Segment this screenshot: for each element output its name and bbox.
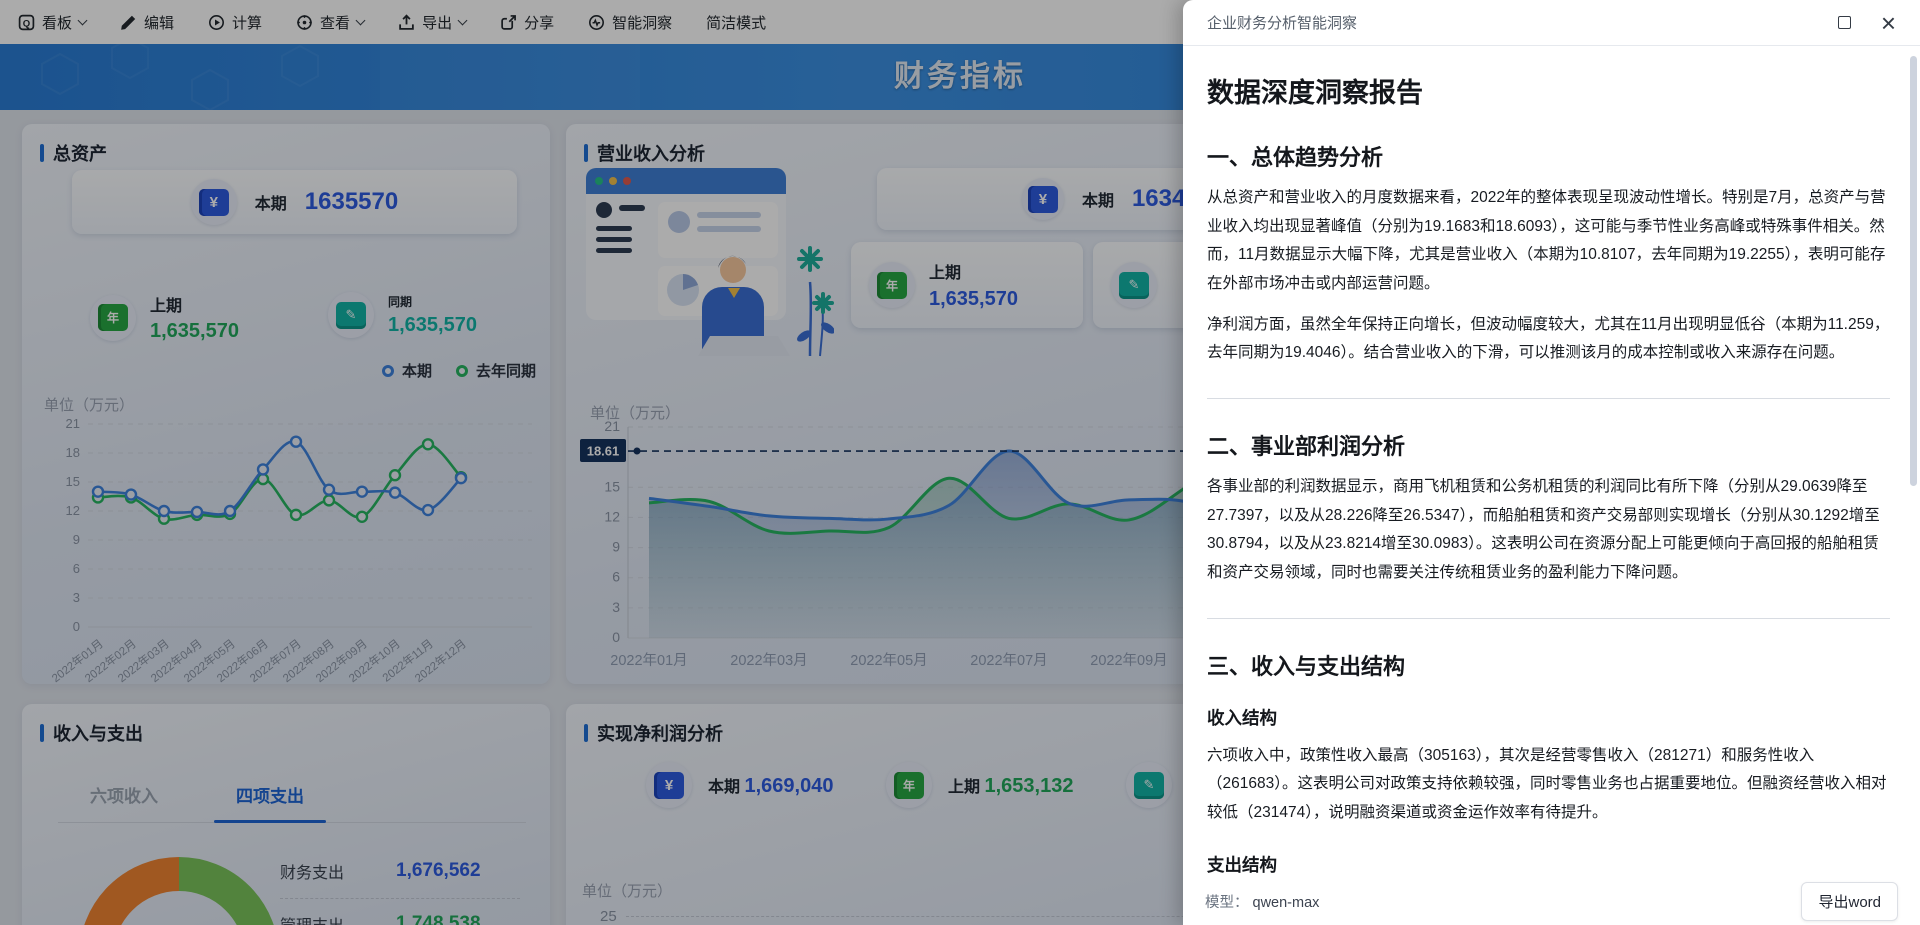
- insight-panel: 企业财务分析智能洞察 × 数据深度洞察报告 一、总体趋势分析从总资产和营业收入的…: [1183, 0, 1920, 925]
- report-title: 数据深度洞察报告: [1207, 71, 1890, 110]
- report-heading: 支出结构: [1207, 852, 1890, 877]
- model-info: 模型：qwen-max: [1205, 891, 1319, 912]
- report-heading: 一、总体趋势分析: [1207, 140, 1890, 172]
- insight-report: 数据深度洞察报告 一、总体趋势分析从总资产和营业收入的月度数据来看，2022年的…: [1183, 47, 1920, 877]
- insight-panel-title: 企业财务分析智能洞察: [1207, 12, 1357, 33]
- report-divider: [1207, 618, 1890, 619]
- report-sections: 一、总体趋势分析从总资产和营业收入的月度数据来看，2022年的整体表现呈现波动性…: [1207, 140, 1890, 877]
- scrollbar[interactable]: [1910, 56, 1917, 486]
- insight-panel-footer: 模型：qwen-max 导出word: [1183, 877, 1920, 925]
- insight-panel-header: 企业财务分析智能洞察 ×: [1183, 0, 1920, 46]
- report-paragraph: 各事业部的利润数据显示，商用飞机租赁和公务机租赁的利润同比有所下降（分别从29.…: [1207, 473, 1890, 588]
- report-paragraph: 净利润方面，虽然全年保持正向增长，但波动幅度较大，尤其在11月出现明显低谷（本期…: [1207, 311, 1890, 368]
- report-heading: 三、收入与支出结构: [1207, 649, 1890, 681]
- report-divider: [1207, 398, 1890, 399]
- model-value: qwen-max: [1253, 895, 1320, 911]
- close-icon[interactable]: ×: [1881, 13, 1896, 33]
- report-paragraph: 从总资产和营业收入的月度数据来看，2022年的整体表现呈现波动性增长。特别是7月…: [1207, 184, 1890, 299]
- report-heading: 收入结构: [1207, 705, 1890, 730]
- export-word-button[interactable]: 导出word: [1801, 882, 1898, 921]
- model-label: 模型：: [1205, 895, 1249, 911]
- report-paragraph: 六项收入中，政策性收入最高（305163），其次是经营零售收入（281271）和…: [1207, 742, 1890, 828]
- maximize-icon[interactable]: [1838, 16, 1851, 29]
- report-heading: 二、事业部利润分析: [1207, 429, 1890, 461]
- app-root: Q看板编辑计算查看导出分享智能洞察简洁模式 财务指标 总资产 ¥: [0, 0, 1920, 925]
